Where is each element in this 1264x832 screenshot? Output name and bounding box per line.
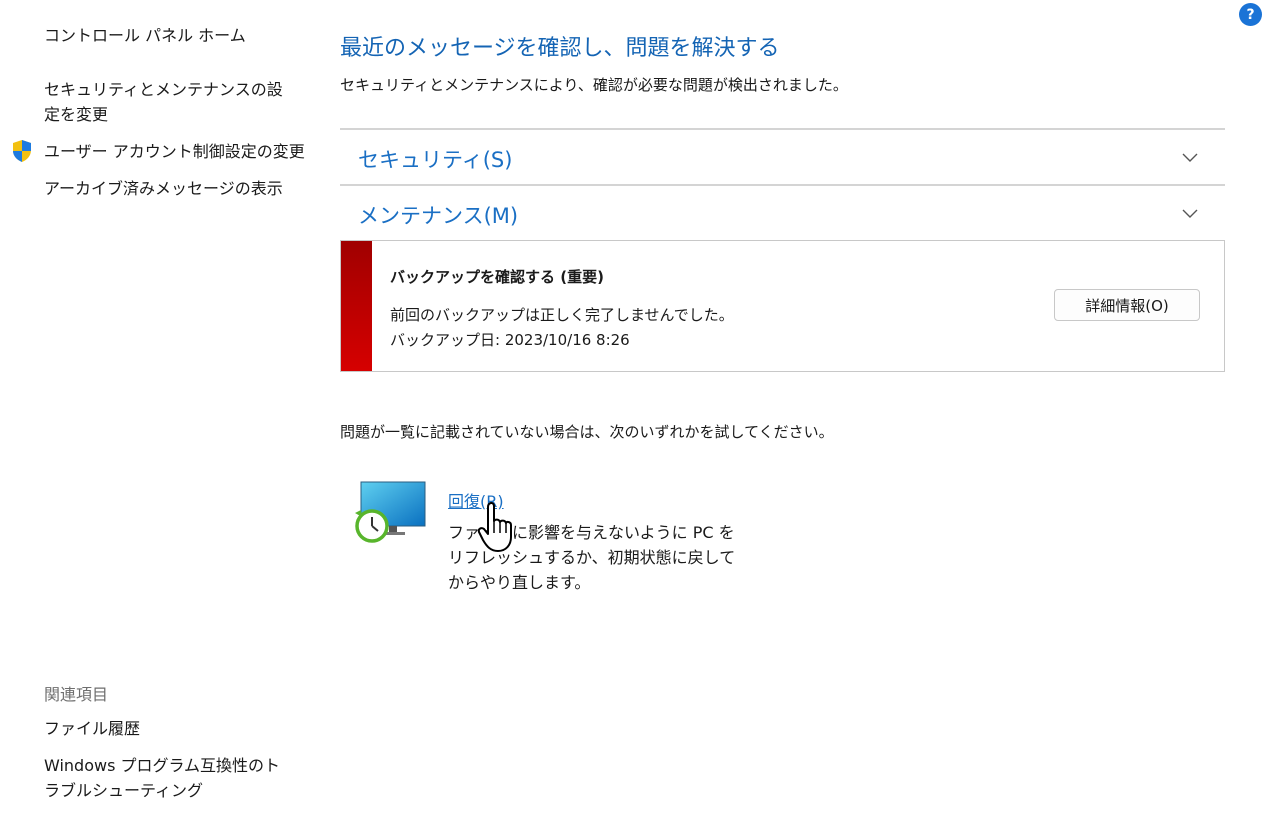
file-history-link[interactable]: ファイル履歴 [44, 716, 140, 741]
chevron-down-icon [1182, 153, 1198, 162]
page-subtitle: セキュリティとメンテナンスにより、確認が必要な問題が検出されました。 [340, 76, 848, 94]
maintenance-section-label: メンテナンス(M) [358, 204, 519, 228]
backup-alert-card: バックアップを確認する (重要) 前回のバックアップは正しく完了しませんでした。… [340, 240, 1225, 372]
severity-bar [341, 241, 372, 371]
details-button[interactable]: 詳細情報(O) [1054, 289, 1200, 321]
archived-messages-link[interactable]: アーカイブ済みメッセージの表示 [44, 176, 283, 201]
related-heading: 関連項目 [44, 685, 109, 704]
security-section-label: セキュリティ(S) [358, 148, 513, 172]
compat-troubleshoot-link[interactable]: Windows プログラム互換性のトラブルシューティング [44, 753, 294, 803]
hint-text: 問題が一覧に記載されていない場合は、次のいずれかを試してください。 [340, 423, 834, 441]
maintenance-section-header[interactable]: メンテナンス(M) [340, 186, 1225, 240]
recovery-icon [355, 481, 426, 543]
security-section-header[interactable]: セキュリティ(S) [340, 130, 1225, 184]
shield-icon [13, 140, 31, 162]
control-panel-home-link[interactable]: コントロール パネル ホーム [44, 23, 246, 48]
help-icon[interactable]: ? [1239, 3, 1262, 26]
alert-backup-date: バックアップ日: 2023/10/16 8:26 [390, 331, 630, 349]
hand-cursor-icon [477, 501, 512, 552]
alert-title: バックアップを確認する (重要) [390, 268, 604, 286]
chevron-down-icon [1182, 209, 1198, 218]
page-title: 最近のメッセージを確認し、問題を解決する [340, 36, 780, 61]
change-security-settings-link[interactable]: セキュリティとメンテナンスの設定を変更 [44, 77, 294, 127]
alert-message: 前回のバックアップは正しく完了しませんでした。 [390, 306, 734, 324]
uac-settings-link[interactable]: ユーザー アカウント制御設定の変更 [44, 139, 305, 164]
